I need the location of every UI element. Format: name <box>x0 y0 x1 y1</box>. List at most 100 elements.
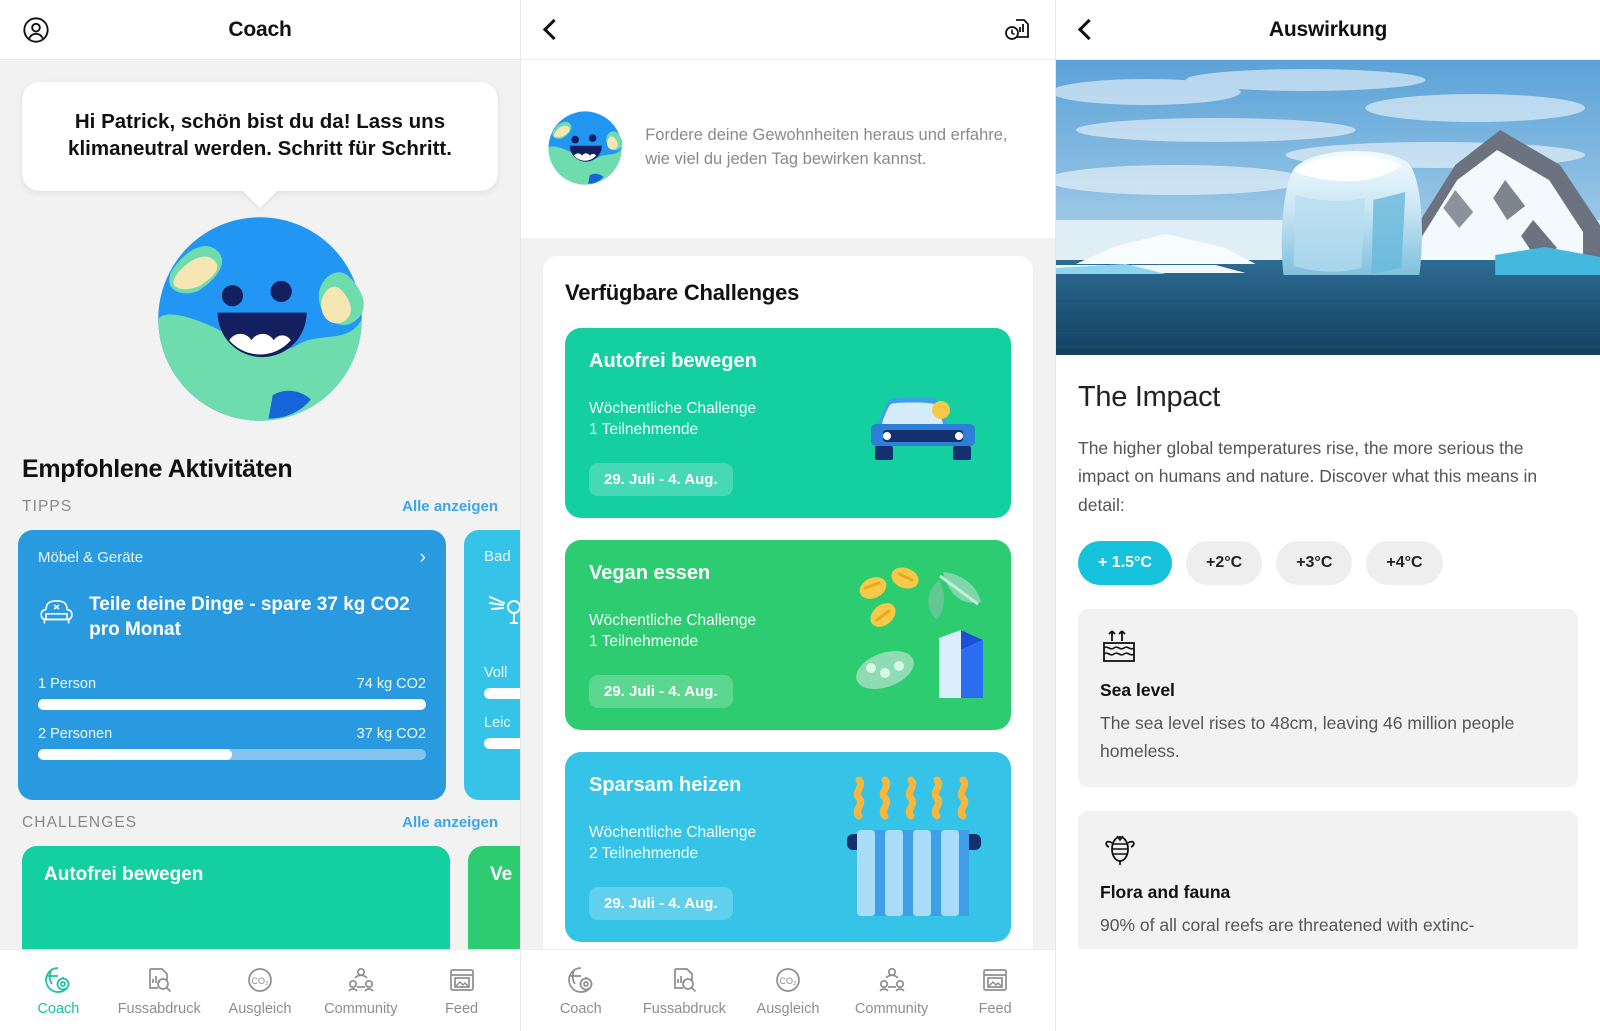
iceberg-photo <box>1056 60 1600 355</box>
tab-fussabdruck[interactable]: Fussabdruck <box>109 965 210 1017</box>
recommended-activities-title: Empfohlene Aktivitäten <box>22 454 293 483</box>
challenges-intro: Fordere deine Gewohnheiten heraus und er… <box>521 60 1055 238</box>
back-button[interactable] <box>543 18 558 42</box>
challenges-carousel[interactable]: Autofrei bewegen Ve <box>0 845 520 949</box>
challenges-intro-text: Fordere deine Gewohnheiten heraus und er… <box>645 126 1008 168</box>
radiator-illustration <box>847 776 981 916</box>
tab-label: Fussabdruck <box>117 1000 201 1017</box>
temperature-chip-3[interactable]: +3°C <box>1276 541 1353 586</box>
tab-coach[interactable]: Coach <box>529 965 633 1017</box>
tip-bar-label: 2 Personen <box>38 726 113 743</box>
history-stats-icon <box>1005 18 1029 40</box>
impact-card-title: Flora and fauna <box>1100 882 1231 903</box>
tips-section-row: TIPPS Alle anzeigen <box>22 498 498 516</box>
co2-circle-icon: CO₂ <box>776 967 800 992</box>
temperature-chip-2[interactable]: +2°C <box>1185 541 1263 586</box>
tip-bar-track <box>38 749 426 761</box>
tip-category: Bad <box>484 547 511 565</box>
tip-bar-row: 1 Person 74 kg CO2 <box>38 676 426 711</box>
temperature-chip-group[interactable]: + 1.5°C +2°C +3°C +4°C <box>1078 541 1578 586</box>
tip-bar-value: 37 kg CO2 <box>356 726 426 743</box>
tab-feed[interactable]: Feed <box>943 965 1047 1017</box>
available-challenges-title: Verfügbare Challenges <box>565 280 800 305</box>
tip-card-middle <box>484 591 520 631</box>
temperature-chip-4[interactable]: +4°C <box>1366 541 1443 586</box>
tip-bar-track <box>484 687 520 699</box>
greeting-text: Hi Patrick, schön bist du da! Lass uns k… <box>68 110 452 161</box>
tab-ausgleich[interactable]: CO₂ Ausgleich <box>210 965 311 1017</box>
tip-bar-fill <box>484 687 520 699</box>
chart-search-icon <box>149 967 172 992</box>
tab-fussabdruck[interactable]: Fussabdruck <box>633 965 737 1017</box>
challenge-heizen[interactable]: Sparsam heizen Wöchentliche Challenge 2 … <box>565 751 1011 942</box>
back-button[interactable] <box>1078 18 1093 42</box>
tab-label: Coach <box>559 1000 602 1017</box>
tip-bar-fill <box>484 737 520 749</box>
impact-paragraph: The higher global temperatures rise, the… <box>1078 438 1538 515</box>
tab-feed[interactable]: Feed <box>411 965 512 1017</box>
back-chevron-icon <box>543 18 558 42</box>
earth-mascot-icon <box>548 111 623 185</box>
temperature-chip-1-5[interactable]: + 1.5°C <box>1078 541 1172 586</box>
tip-card-top: Bad <box>484 548 520 565</box>
tab-community[interactable]: Community <box>310 965 411 1017</box>
impact-content: The Impact The higher global temperature… <box>1056 381 1600 949</box>
impact-header: Auswirkung <box>1056 0 1600 60</box>
challenge-vegan[interactable]: Vegan essen Wöchentliche Challenge 1 Tei… <box>565 539 1011 730</box>
tab-coach[interactable]: Coach <box>8 965 109 1017</box>
available-challenges-card: Verfügbare Challenges Autofrei bewegen W… <box>543 256 1033 949</box>
challenges-show-all-link[interactable]: Alle anzeigen <box>402 814 498 831</box>
globe-gear-icon <box>568 966 593 993</box>
coach-panel: Coach Hi Patrick, schön bist du da! Lass… <box>0 0 520 1031</box>
tab-label: Community <box>854 1000 929 1017</box>
tab-label: Feed <box>445 1000 479 1017</box>
bee-icon <box>1105 835 1135 866</box>
impact-card-sea-level: Sea level The sea level rises to 48cm, l… <box>1078 609 1578 788</box>
chevron-right-icon[interactable]: › <box>420 548 426 567</box>
tab-ausgleich[interactable]: CO₂ Ausgleich <box>736 965 840 1017</box>
tip-bar-label-row: Leic <box>484 715 520 731</box>
tabbar-coach[interactable]: Coach Fussabdruck CO₂ Ausgleich Communit… <box>0 949 520 1031</box>
challenge-card-autofrei[interactable]: Autofrei bewegen <box>22 845 450 949</box>
tip-bar-row: 2 Personen 37 kg CO2 <box>38 726 426 761</box>
car-illustration <box>871 397 975 460</box>
tip-card-bathroom[interactable]: Bad Voll Leic <box>464 529 520 800</box>
impact-card-title: Sea level <box>1100 680 1175 701</box>
tip-bar-fill <box>38 699 426 711</box>
chart-search-icon <box>674 967 697 992</box>
tip-bar-label: Leic <box>484 714 511 731</box>
tip-progress-group: Voll Leic <box>484 665 520 749</box>
challenge-date-pill: 29. Juli - 4. Aug. <box>589 462 733 496</box>
tip-card-furniture[interactable]: Möbel & Geräte › Teile deine Dinge - spa… <box>18 529 446 800</box>
profile-button[interactable] <box>22 16 50 44</box>
people-icon <box>348 967 374 992</box>
challenge-card-vegan[interactable]: Ve <box>468 845 520 949</box>
page-title: Auswirkung <box>1268 17 1388 41</box>
challenge-date-pill: 29. Juli - 4. Aug. <box>589 886 733 920</box>
coach-header: Coach <box>0 0 520 60</box>
challenge-date-pill: 29. Juli - 4. Aug. <box>589 674 733 708</box>
tip-bar-label: 1 Person <box>38 676 97 693</box>
history-button[interactable] <box>1003 16 1031 44</box>
profile-icon <box>23 16 49 43</box>
challenge-autofrei[interactable]: Autofrei bewegen Wöchentliche Challenge … <box>565 328 1011 518</box>
tips-label: TIPPS <box>22 497 73 515</box>
vegan-food-illustration <box>856 567 983 698</box>
tips-show-all-link[interactable]: Alle anzeigen <box>402 498 498 515</box>
tab-community[interactable]: Community <box>840 965 944 1017</box>
back-chevron-icon <box>1078 18 1093 42</box>
sea-level-rise-icon <box>1103 630 1135 662</box>
greeting-bubble: Hi Patrick, schön bist du da! Lass uns k… <box>22 82 498 208</box>
challenges-header <box>521 0 1055 60</box>
tabbar-challenges[interactable]: Coach Fussabdruck CO₂ Ausgleich Communit… <box>521 949 1055 1031</box>
tip-card-middle: Teile deine Dinge - spare 37 kg CO2 pro … <box>38 593 426 642</box>
tip-bar-fill <box>38 749 232 761</box>
tip-bar-row: Voll <box>484 665 520 699</box>
tab-label: Ausgleich <box>228 1000 292 1017</box>
tip-bar-label: Voll <box>484 664 508 681</box>
people-icon <box>878 967 905 992</box>
tips-carousel[interactable]: Möbel & Geräte › Teile deine Dinge - spa… <box>0 529 520 800</box>
challenges-section-row: CHALLENGES Alle anzeigen <box>22 814 498 832</box>
earth-mascot-icon <box>158 217 364 421</box>
armchair-icon <box>40 600 73 624</box>
